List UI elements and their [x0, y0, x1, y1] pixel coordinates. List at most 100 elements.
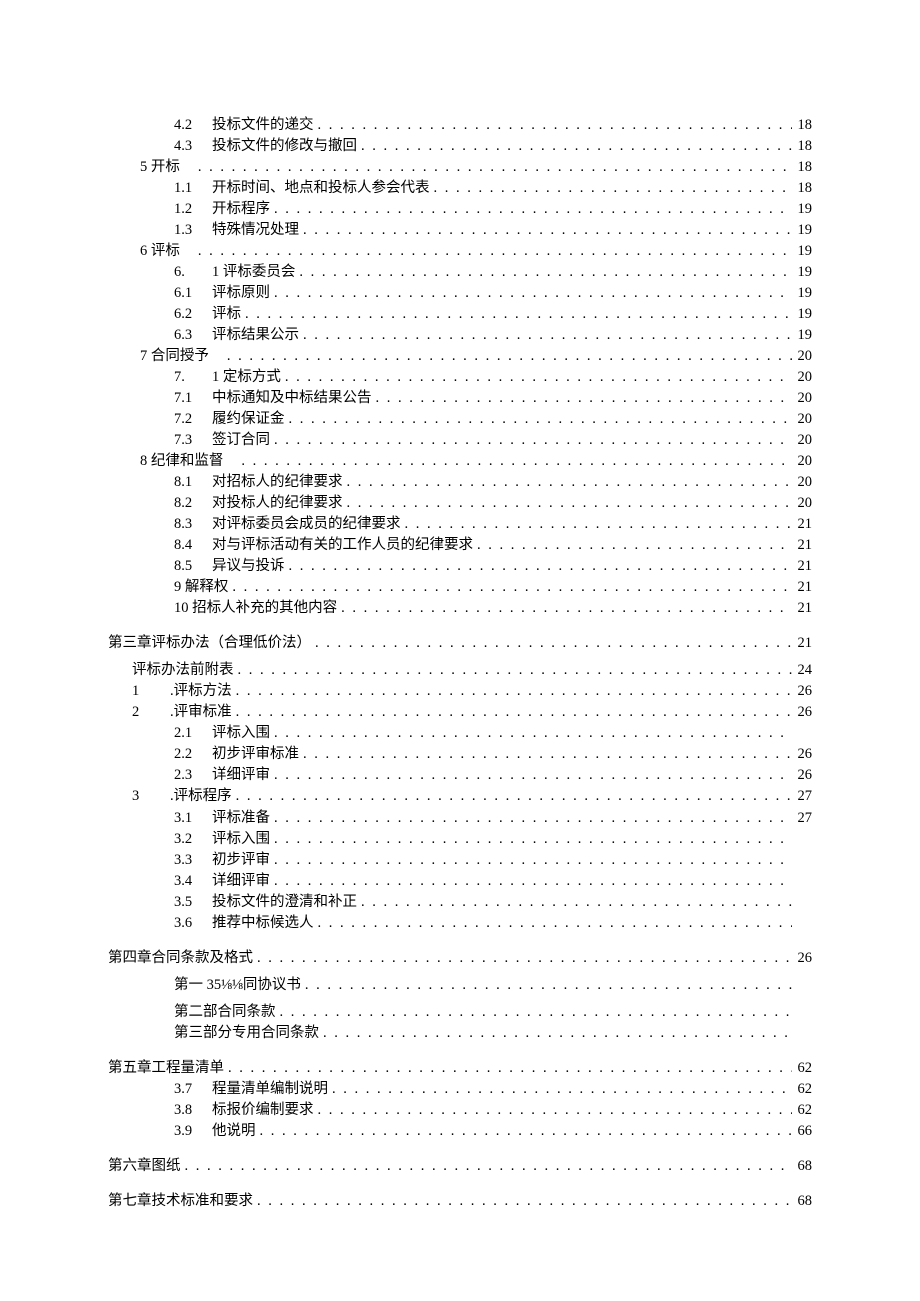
toc-entry-label: 对与评标活动有关的工作人员的纪律要求 [212, 535, 473, 556]
toc-entry-number: 3 [132, 786, 170, 807]
toc-leader-dots [311, 633, 792, 654]
toc-entry: 8.3对评标委员会成员的纪律要求21 [108, 514, 812, 535]
toc-entry-number: 3.7 [174, 1079, 212, 1100]
toc-entry-number: 3.4 [174, 871, 212, 892]
toc-entry: 第三章评标办法（合理低价法）21 [108, 633, 812, 654]
toc-entry: 7.3签订合同20 [108, 430, 812, 451]
toc-entry-number: 3.8 [174, 1100, 212, 1121]
toc-entry: 8.2对投标人的纪律要求20 [108, 493, 812, 514]
toc-entry-page: 19 [792, 262, 812, 283]
toc-entry-label: 投标文件的递交 [212, 115, 314, 136]
toc-entry-number: 1.3 [174, 220, 212, 241]
toc-leader-dots [295, 262, 792, 283]
toc-entry-page: 21 [792, 577, 812, 598]
toc-entry-label: 1 评标委员会 [212, 262, 295, 283]
toc-entry-number: 3.1 [174, 808, 212, 829]
toc-entry-label: 异议与投诉 [212, 556, 285, 577]
toc-entry-number: 2.2 [174, 744, 212, 765]
toc-entry-page: 20 [792, 451, 812, 472]
toc-entry: 8.4对与评标活动有关的工作人员的纪律要求21 [108, 535, 812, 556]
toc-leader-dots [224, 1058, 792, 1079]
toc-entry: 3.2评标入围 [108, 829, 812, 850]
toc-entry-number: 2 [132, 702, 170, 723]
toc-entry: 3.4详细评审 [108, 871, 812, 892]
toc-entry-page: 20 [792, 367, 812, 388]
toc-leader-dots [228, 577, 792, 598]
toc-entry-page: 62 [792, 1058, 812, 1079]
toc-leader-dots [281, 367, 792, 388]
toc-entry: 8.5异议与投诉 21 [108, 556, 812, 577]
toc-entry-label: 9 解释权 [174, 577, 228, 598]
toc-entry-page: 66 [792, 1121, 812, 1142]
toc-leader-dots [357, 136, 792, 157]
toc-entry-label: 第三部分专用合同条款 [174, 1023, 319, 1044]
toc-entry-page: 68 [792, 1156, 812, 1177]
toc-entry-page: 62 [792, 1079, 812, 1100]
toc-entry-page: 21 [792, 556, 812, 577]
toc-entry: 7.1 定标方式20 [108, 367, 812, 388]
toc-entry-label: 他说明 [212, 1121, 256, 1142]
toc-leader-dots [401, 514, 793, 535]
toc-entry-number: 7. [174, 367, 212, 388]
toc-entry-number: 2.3 [174, 765, 212, 786]
toc-leader-dots [285, 556, 793, 577]
toc-entry: 2.1评标入围 [108, 723, 812, 744]
toc-entry-label: 第一 35⅛⅛同协议书 [174, 975, 301, 996]
toc-entry-number: 8 纪律和监督 [140, 451, 237, 472]
toc-entry: 7.1中标通知及中标结果公告20 [108, 388, 812, 409]
toc-entry-number: 3.2 [174, 829, 212, 850]
toc-entry: 3.6推荐中标候选人 [108, 913, 812, 934]
toc-leader-dots [223, 346, 792, 367]
toc-leader-dots [473, 535, 792, 556]
toc-entry: 10 招标人补充的其他内容 21 [108, 598, 812, 619]
toc-entry-number: 7 合同授予 [140, 346, 223, 367]
toc-entry-label: 评标准备 [212, 808, 270, 829]
toc-entry: 3.5投标文件的澄清和补正 [108, 892, 812, 913]
toc-entry-label: 履约保证金 [212, 409, 285, 430]
toc-entry: 第一 35⅛⅛同协议书 [108, 975, 812, 996]
toc-entry-label: 评标 [212, 304, 241, 325]
toc-entry-label: 投标文件的修改与撤回 [212, 136, 357, 157]
toc-entry-page: 19 [792, 199, 812, 220]
toc-leader-dots [285, 409, 793, 430]
toc-entry-number: 8.3 [174, 514, 212, 535]
toc-entry-page: 20 [792, 493, 812, 514]
toc-entry-page: 19 [792, 220, 812, 241]
toc-entry-label: .评标程序 [170, 786, 232, 807]
toc-entry-number: 3.5 [174, 892, 212, 913]
toc-leader-dots [337, 598, 792, 619]
toc-entry-page: 19 [792, 241, 812, 262]
toc-entry-page: 19 [792, 283, 812, 304]
toc-entry-page: 21 [792, 598, 812, 619]
toc-entry-label: 评标办法前附表 [132, 660, 234, 681]
toc-leader-dots [270, 850, 792, 871]
toc-entry-label: 第六章图纸 [108, 1156, 181, 1177]
toc-entry: 4.2投标文件的递交18 [108, 115, 812, 136]
toc-entry: 7.2履约保证金20 [108, 409, 812, 430]
toc-entry-label: 推荐中标候选人 [212, 913, 314, 934]
toc-entry-number: 8.4 [174, 535, 212, 556]
toc-entry: 6.3评标结果公示19 [108, 325, 812, 346]
toc-leader-dots [256, 1121, 793, 1142]
toc-entry: 1.1开标时间、地点和投标人参会代表18 [108, 178, 812, 199]
toc-entry-page: 68 [792, 1191, 812, 1212]
toc-entry-label: 签订合同 [212, 430, 270, 451]
toc-entry-page: 27 [792, 808, 812, 829]
toc-leader-dots [232, 681, 792, 702]
toc-entry: 第三部分专用合同条款 [108, 1023, 812, 1044]
toc-entry: 5 开标18 [108, 157, 812, 178]
toc-entry-number: 1.2 [174, 199, 212, 220]
toc-leader-dots [430, 178, 793, 199]
toc-entry: 6 评标19 [108, 241, 812, 262]
toc-entry-label: 程量清单编制说明 [212, 1079, 328, 1100]
table-of-contents: 4.2投标文件的递交184.3投标文件的修改与撤回185 开标181.1开标时间… [108, 115, 812, 1212]
toc-entry: 6.2评标19 [108, 304, 812, 325]
toc-entry-label: 10 招标人补充的其他内容 [174, 598, 337, 619]
toc-entry-number: 8.5 [174, 556, 212, 577]
toc-leader-dots [181, 1156, 793, 1177]
toc-entry-page: 26 [792, 702, 812, 723]
toc-leader-dots [232, 702, 792, 723]
toc-leader-dots [328, 1079, 792, 1100]
toc-entry: 2.2初步评审标准26 [108, 744, 812, 765]
toc-entry: 8.1对招标人的纪律要求20 [108, 472, 812, 493]
